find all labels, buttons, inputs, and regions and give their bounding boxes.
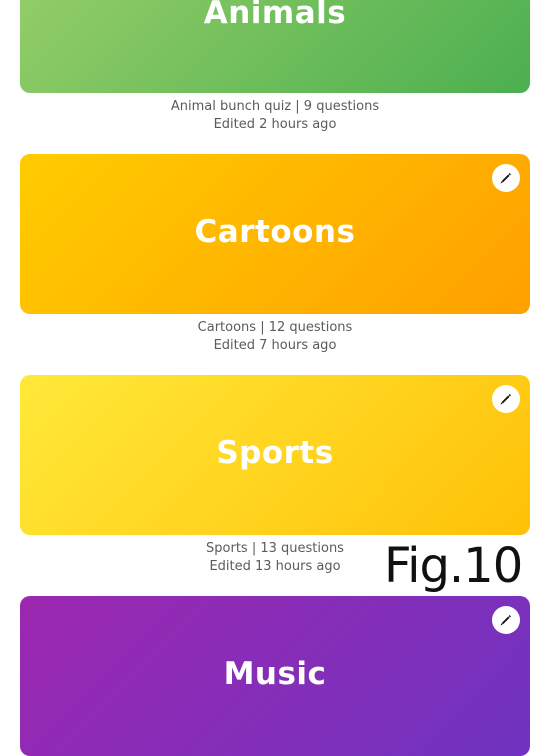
quiz-meta-animals: Animal bunch quiz | 9 questions Edited 2… <box>20 98 530 134</box>
quiz-card-music[interactable]: Music <box>20 596 530 756</box>
quiz-edited-time: Edited 7 hours ago <box>213 338 337 353</box>
quiz-card-cartoons[interactable]: Cartoons <box>20 154 530 314</box>
edit-quiz-button[interactable] <box>492 385 520 413</box>
quiz-description: Animal bunch quiz | 9 questions <box>170 99 380 114</box>
pencil-icon <box>500 173 511 184</box>
quiz-title: Sports <box>216 435 334 471</box>
quiz-card-sports[interactable]: Sports <box>20 375 530 535</box>
quiz-title: Music <box>223 656 327 692</box>
quiz-meta-cartoons: Cartoons | 12 questions Edited 7 hours a… <box>20 319 530 355</box>
quiz-card-animals[interactable]: Animals <box>20 0 530 93</box>
pencil-icon <box>500 394 511 405</box>
edit-quiz-button[interactable] <box>492 606 520 634</box>
quiz-title: Cartoons <box>194 214 356 250</box>
quiz-title: Animals <box>203 0 347 31</box>
pencil-icon <box>500 615 511 626</box>
quiz-description: Cartoons | 12 questions <box>197 320 353 335</box>
figure-label: Fig.10 <box>384 538 523 594</box>
quiz-edited-time: Edited 2 hours ago <box>213 117 337 132</box>
edit-quiz-button[interactable] <box>492 164 520 192</box>
